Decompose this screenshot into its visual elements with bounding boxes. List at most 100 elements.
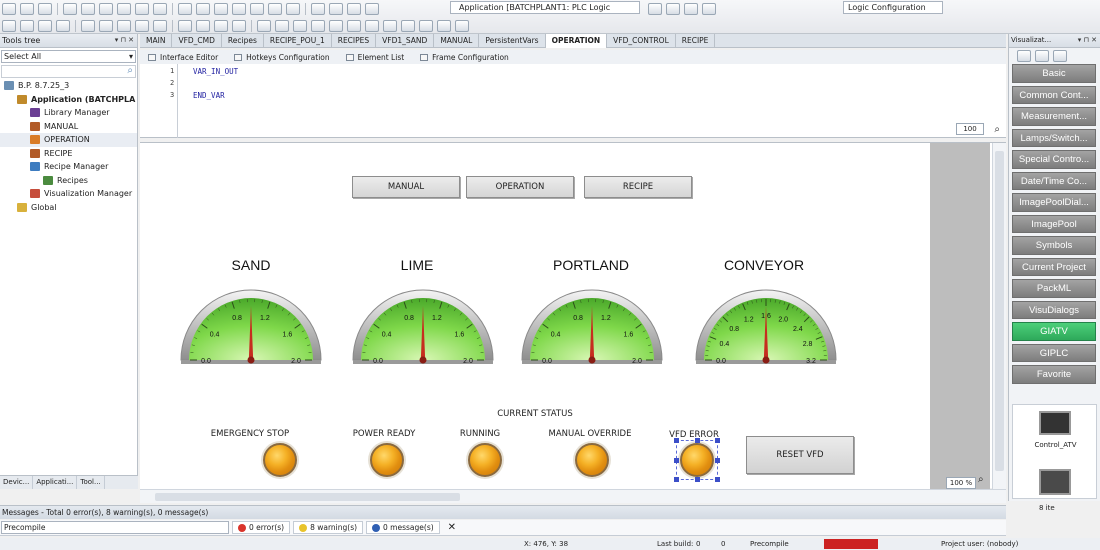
toolbox-category[interactable]: GIATV — [1012, 322, 1096, 341]
paste-icon[interactable] — [135, 3, 149, 15]
new-file-icon[interactable] — [2, 3, 16, 15]
errors-filter[interactable]: 0 error(s) — [232, 521, 291, 534]
toolbox-category[interactable]: GIPLC — [1012, 343, 1096, 362]
same-width-icon[interactable] — [117, 20, 131, 32]
save-icon[interactable] — [38, 3, 52, 15]
reset-icon[interactable] — [286, 3, 300, 15]
editor-zoom-field[interactable]: 100 — [956, 123, 984, 135]
tree-item[interactable]: Recipes — [0, 174, 137, 188]
toolbox-category[interactable]: Symbols — [1012, 236, 1096, 255]
toolbox-category[interactable]: ImagePool — [1012, 214, 1096, 233]
distribute-icon[interactable] — [293, 20, 307, 32]
center-vertical-icon[interactable] — [99, 20, 113, 32]
resize-handle[interactable] — [674, 477, 679, 482]
align-right-icon[interactable] — [38, 20, 52, 32]
conveyor-gauge[interactable]: 0.00.40.81.21.62.02.42.83.2 — [693, 279, 839, 377]
code-line[interactable]: END_VAR — [193, 91, 225, 100]
same-size-icon[interactable] — [153, 20, 167, 32]
align-bottom-icon[interactable] — [56, 20, 70, 32]
emergency-stop-lamp[interactable] — [263, 443, 297, 477]
center-horizontal-icon[interactable] — [81, 20, 95, 32]
lime-gauge[interactable]: 0.0 0.4 0.8 1.2 1.6 2.0 — [350, 279, 496, 377]
document-tab[interactable]: RECIPES — [332, 34, 377, 48]
tab-applications[interactable]: Applicati... — [33, 476, 78, 489]
view-list-icon[interactable] — [1017, 50, 1031, 62]
manual-override-lamp[interactable] — [575, 443, 609, 477]
tree-item[interactable]: Application (BATCHPLA — [0, 93, 137, 107]
tree-item[interactable]: B.P. 8.7.25_3 — [0, 79, 137, 93]
toolbar-run-icon[interactable] — [666, 3, 680, 15]
document-tab[interactable]: OPERATION — [545, 34, 608, 48]
breakpoint-icon[interactable] — [365, 3, 379, 15]
table-icon[interactable] — [383, 20, 397, 32]
tree-item[interactable]: Global — [0, 201, 137, 215]
step-over-icon[interactable] — [311, 3, 325, 15]
resize-handle[interactable] — [715, 438, 720, 443]
scrollbar-thumb[interactable] — [155, 493, 460, 501]
tab-element-list[interactable]: Element List — [338, 53, 413, 62]
lamp-icon[interactable] — [419, 20, 433, 32]
tree-item[interactable]: RECIPE — [0, 147, 137, 161]
toolbox-category[interactable]: Basic — [1012, 64, 1096, 83]
delete-icon[interactable] — [153, 3, 167, 15]
align-top-icon[interactable] — [20, 20, 34, 32]
portland-gauge[interactable]: 0.0 0.4 0.8 1.2 1.6 2.0 — [519, 279, 665, 377]
toolbox-category[interactable]: Date/Time Co... — [1012, 171, 1096, 190]
tree-item[interactable]: Visualization Manager — [0, 187, 137, 201]
tab-devices[interactable]: Devic... — [0, 476, 34, 489]
tree-item[interactable]: Recipe Manager — [0, 160, 137, 174]
step-into-icon[interactable] — [329, 3, 343, 15]
resize-handle[interactable] — [674, 438, 679, 443]
messages-filter[interactable]: 0 message(s) — [366, 521, 440, 534]
document-tab[interactable]: VFD_CONTROL — [607, 34, 676, 48]
sand-gauge[interactable]: 0.0 0.4 0.8 1.2 1.6 2.0 — [178, 279, 324, 377]
logout-icon[interactable] — [232, 3, 246, 15]
document-tab[interactable]: Recipes — [222, 34, 264, 48]
search-icon[interactable]: ⌕ — [127, 65, 133, 76]
meter-icon[interactable] — [455, 20, 469, 32]
document-tab[interactable]: RECIPE — [676, 34, 716, 48]
document-tab[interactable]: VFD1_SAND — [376, 34, 435, 48]
build-icon[interactable] — [196, 3, 210, 15]
logic-configuration-combo[interactable]: Logic Configuration — [843, 1, 943, 14]
select-all-combo[interactable]: Select All ▾ — [1, 50, 136, 63]
step-out-icon[interactable] — [347, 3, 361, 15]
vertical-scrollbar[interactable] — [992, 143, 1006, 489]
toolbox-category[interactable]: Lamps/Switch... — [1012, 128, 1096, 147]
reset-vfd-button[interactable]: RESET VFD — [746, 436, 854, 474]
warnings-filter[interactable]: 8 warning(s) — [293, 521, 364, 534]
scrollbar-thumb[interactable] — [995, 151, 1004, 471]
toolbox-category[interactable]: Favorite — [1012, 365, 1096, 384]
view-details-icon[interactable] — [1053, 50, 1067, 62]
snap-icon[interactable] — [275, 20, 289, 32]
toolbar-stop-icon[interactable] — [684, 3, 698, 15]
toolbox-category[interactable]: Measurement... — [1012, 107, 1096, 126]
run-icon[interactable] — [250, 3, 264, 15]
tree-item[interactable]: OPERATION — [0, 133, 137, 147]
same-height-icon[interactable] — [135, 20, 149, 32]
recipe-nav-button[interactable]: RECIPE — [584, 176, 692, 198]
horizontal-scrollbar[interactable] — [140, 489, 1006, 503]
active-application-combo[interactable]: Application [BATCHPLANT1: PLC Logic — [450, 1, 640, 14]
zoom-icon[interactable]: ⌕ — [978, 474, 984, 485]
ungroup-icon[interactable] — [232, 20, 246, 32]
resize-handle[interactable] — [674, 458, 679, 463]
cut-icon[interactable] — [99, 3, 113, 15]
align-left-icon[interactable] — [2, 20, 16, 32]
copy-icon[interactable] — [117, 3, 131, 15]
button-tool-icon[interactable] — [437, 20, 451, 32]
undo-icon[interactable] — [63, 3, 77, 15]
operation-nav-button[interactable]: OPERATION — [466, 176, 574, 198]
bring-to-front-icon[interactable] — [178, 20, 192, 32]
find-icon[interactable] — [178, 3, 192, 15]
tab-tools[interactable]: Tool... — [77, 476, 105, 489]
resize-handle[interactable] — [715, 477, 720, 482]
zoom-icon[interactable]: ⌕ — [994, 124, 1000, 135]
toggle-breakpoint-icon[interactable] — [648, 3, 662, 15]
toolbox-category[interactable]: ImagePoolDial... — [1012, 193, 1096, 212]
tree-search-input[interactable]: ⌕ — [1, 65, 136, 78]
send-to-back-icon[interactable] — [196, 20, 210, 32]
stop-icon[interactable] — [268, 3, 282, 15]
group-icon[interactable] — [214, 20, 228, 32]
toolbox-category[interactable]: PackML — [1012, 279, 1096, 298]
